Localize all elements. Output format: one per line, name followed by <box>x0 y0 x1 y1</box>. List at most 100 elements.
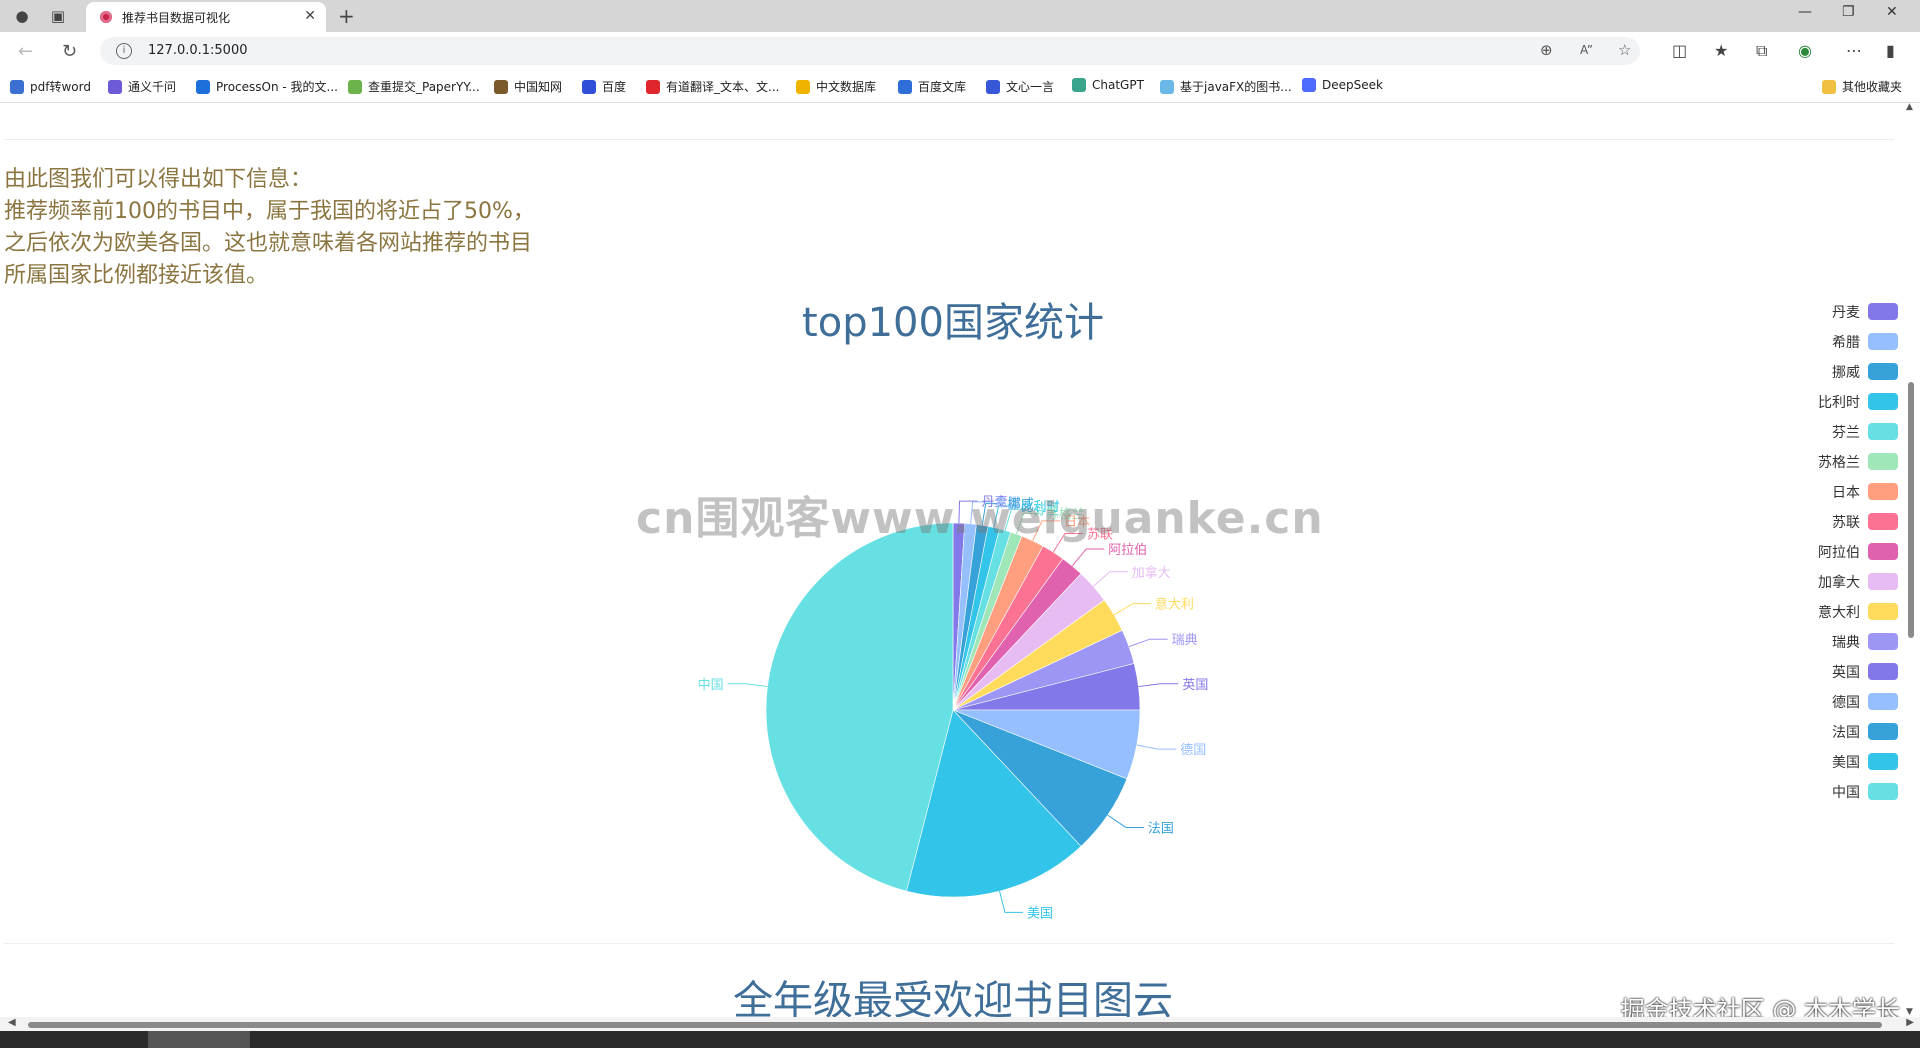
legend-item-12[interactable]: 英国 <box>1738 658 1898 688</box>
bookmark-7-icon <box>796 80 810 94</box>
restore-icon[interactable]: ❐ <box>1842 4 1855 20</box>
pie-label-11: 瑞典 <box>1172 633 1198 648</box>
bookmark-8-label: 百度文库 <box>918 80 967 94</box>
back-icon[interactable]: ← <box>18 41 33 62</box>
url-text[interactable]: 127.0.0.1:5000 <box>148 43 248 58</box>
bookmark-1-label: 通义千问 <box>128 80 177 94</box>
bookmark-8[interactable]: 百度文库 <box>898 78 966 94</box>
legend-item-6[interactable]: 日本 <box>1738 478 1898 508</box>
more-menu-icon[interactable]: ⋯ <box>1846 41 1862 60</box>
legend-swatch-2 <box>1868 363 1898 380</box>
taskbar-active-app[interactable] <box>148 1031 250 1048</box>
bookmark-0-label: pdf转word <box>30 80 91 94</box>
address-bar[interactable]: i 127.0.0.1:5000 ⊕ A” ☆ <box>100 37 1640 65</box>
bookmark-12[interactable]: DeepSeek <box>1302 78 1383 94</box>
favorites-icon[interactable]: ★ <box>1714 41 1728 60</box>
bookmark-9-label: 文心一言 <box>1006 80 1055 94</box>
note-line-2: 之后依次为欧美各国。这也就意味着各网站推荐的书目 <box>4 231 533 256</box>
scroll-down-icon[interactable]: ▼ <box>1906 1007 1913 1017</box>
legend-swatch-5 <box>1868 453 1898 470</box>
split-screen-icon[interactable]: ◫ <box>1672 41 1687 60</box>
section-divider-top <box>4 139 1894 140</box>
horizontal-scrollbar[interactable]: ◀ ▶ <box>0 1017 1920 1031</box>
bookmark-5[interactable]: 百度 <box>582 78 626 94</box>
other-bookmarks[interactable]: 其他收藏夹 <box>1822 78 1902 94</box>
bookmark-11[interactable]: 基于javaFX的图书... <box>1160 78 1292 94</box>
bookmark-10[interactable]: ChatGPT <box>1072 78 1144 94</box>
legend-item-2[interactable]: 挪威 <box>1738 358 1898 388</box>
legend-label-0: 丹麦 <box>1832 305 1860 321</box>
bookmark-4-label: 中国知网 <box>514 80 563 94</box>
scroll-up-icon[interactable]: ▲ <box>1906 102 1913 112</box>
active-tab[interactable]: 推荐书目数据可视化 ✕ <box>86 2 326 32</box>
close-tab-icon[interactable]: ✕ <box>304 8 316 24</box>
legend-item-16[interactable]: 中国 <box>1738 778 1898 808</box>
horizontal-scroll-thumb[interactable] <box>28 1022 1882 1028</box>
read-aloud-icon[interactable]: A” <box>1580 43 1593 57</box>
legend-item-4[interactable]: 芬兰 <box>1738 418 1898 448</box>
reload-icon[interactable]: ↻ <box>62 41 77 62</box>
pie-leader-13 <box>1136 744 1177 750</box>
zoom-icon[interactable]: ⊕ <box>1540 41 1553 59</box>
bookmark-6[interactable]: 有道翻译_文本、文... <box>646 78 779 94</box>
scroll-left-icon[interactable]: ◀ <box>8 1017 16 1028</box>
legend-item-15[interactable]: 美国 <box>1738 748 1898 778</box>
other-bookmarks-label: 其他收藏夹 <box>1842 80 1903 94</box>
legend-swatch-13 <box>1868 693 1898 710</box>
legend-label-2: 挪威 <box>1832 365 1860 381</box>
legend-swatch-10 <box>1868 603 1898 620</box>
bookmark-4-icon <box>494 80 508 94</box>
legend-item-3[interactable]: 比利时 <box>1738 388 1898 418</box>
bookmark-0[interactable]: pdf转word <box>10 78 91 94</box>
bookmark-7-label: 中文数据库 <box>816 80 877 94</box>
site-info-icon[interactable]: i <box>116 43 132 59</box>
bookmark-1[interactable]: 通义千问 <box>108 78 176 94</box>
legend-label-9: 加拿大 <box>1818 575 1860 591</box>
legend-item-10[interactable]: 意大利 <box>1738 598 1898 628</box>
legend-item-13[interactable]: 德国 <box>1738 688 1898 718</box>
minimize-icon[interactable]: — <box>1798 4 1812 20</box>
legend-swatch-8 <box>1868 543 1898 560</box>
favorite-star-icon[interactable]: ☆ <box>1618 41 1631 59</box>
profile-icon[interactable]: ● <box>12 6 32 26</box>
close-window-icon[interactable]: ✕ <box>1886 4 1898 20</box>
legend-swatch-3 <box>1868 393 1898 410</box>
legend-swatch-16 <box>1868 783 1898 800</box>
new-tab-icon[interactable]: + <box>338 4 355 28</box>
tab-actions-icon[interactable]: ▣ <box>48 6 68 26</box>
legend-label-4: 芬兰 <box>1832 425 1860 441</box>
legend-item-14[interactable]: 法国 <box>1738 718 1898 748</box>
bookmark-9[interactable]: 文心一言 <box>986 78 1054 94</box>
legend-swatch-7 <box>1868 513 1898 530</box>
taskbar <box>0 1031 1920 1048</box>
chart-legend: 丹麦希腊挪威比利时芬兰苏格兰日本苏联 阿拉伯加拿大意大利瑞典英国 德国 法国 美国 中国 <box>1738 298 1898 808</box>
scroll-right-icon[interactable]: ▶ <box>1906 1017 1914 1028</box>
collections-icon[interactable]: ⧉ <box>1756 41 1767 61</box>
legend-item-5[interactable]: 苏格兰 <box>1738 448 1898 478</box>
pie-leader-9 <box>1092 571 1128 587</box>
vertical-scrollbar[interactable]: ▲ ▼ <box>1906 102 1916 1017</box>
legend-swatch-11 <box>1868 633 1898 650</box>
extension-icon[interactable]: ◉ <box>1798 41 1812 60</box>
pie-leader-16 <box>727 683 768 688</box>
pie-label-14: 法国 <box>1148 821 1174 836</box>
bookmark-2[interactable]: ProcessOn - 我的文... <box>196 78 338 94</box>
legend-item-9[interactable]: 加拿大 <box>1738 568 1898 598</box>
pie-leader-12 <box>1138 683 1179 688</box>
legend-item-1[interactable]: 希腊 <box>1738 328 1898 358</box>
tab-title: 推荐书目数据可视化 <box>122 11 231 25</box>
legend-item-7[interactable]: 苏联 <box>1738 508 1898 538</box>
legend-item-8[interactable]: 阿拉伯 <box>1738 538 1898 568</box>
legend-label-11: 瑞典 <box>1832 635 1860 651</box>
legend-item-0[interactable]: 丹麦 <box>1738 298 1898 328</box>
bookmark-3[interactable]: 查重提交_PaperYY... <box>348 78 480 94</box>
legend-item-11[interactable]: 瑞典 <box>1738 628 1898 658</box>
pie-label-9: 加拿大 <box>1132 565 1171 581</box>
bookmark-5-label: 百度 <box>602 80 627 94</box>
bookmark-4[interactable]: 中国知网 <box>494 78 562 94</box>
legend-label-6: 日本 <box>1832 485 1860 501</box>
bookmark-7[interactable]: 中文数据库 <box>796 78 876 94</box>
vertical-scroll-thumb[interactable] <box>1908 382 1914 638</box>
pie-leader-10 <box>1113 603 1151 616</box>
sidebar-icon[interactable]: ▮ <box>1886 41 1895 60</box>
